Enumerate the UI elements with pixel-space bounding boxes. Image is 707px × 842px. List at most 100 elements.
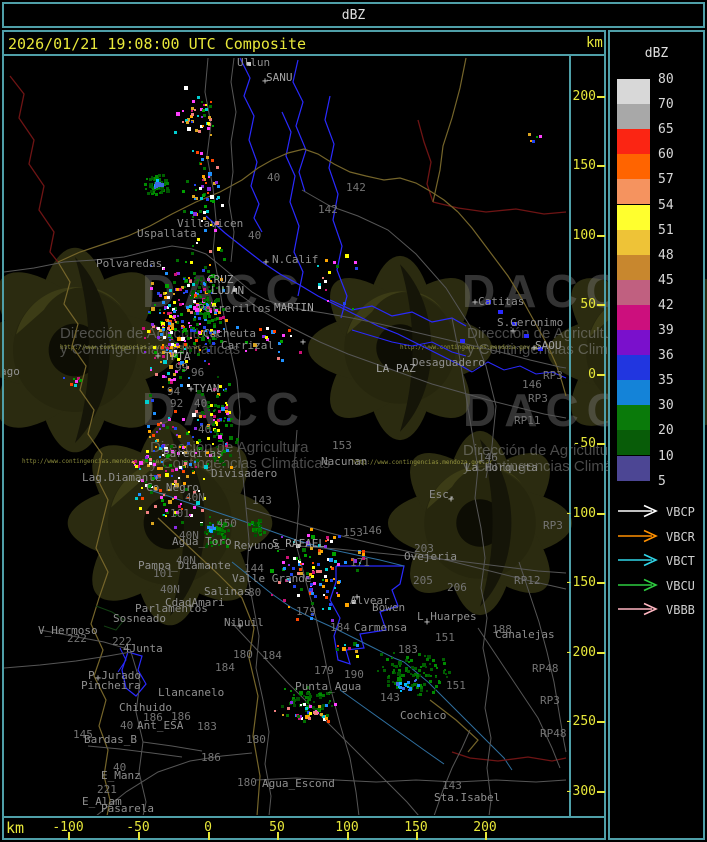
map-label: Cochico: [400, 709, 447, 722]
map-label: 184: [330, 621, 350, 634]
map-label: 142: [318, 203, 338, 216]
map-label: Potrerillos: [198, 302, 271, 315]
legend-arrow-row: VBCP: [616, 504, 706, 520]
x-axis-tick: [68, 832, 70, 840]
legend-panel: dBZ 80 70 65 60 57 54 51 48 45 42 39 36 35 30 20 10 5 VB…: [608, 30, 705, 840]
dbz-swatch-70: [617, 104, 650, 130]
map-label: Bowen: [372, 601, 406, 614]
vbct-arrow-icon: [618, 553, 658, 567]
vbcp-arrow-icon: [618, 504, 658, 518]
map-label: RP48: [540, 727, 567, 740]
dbz-scale-label: 65: [658, 122, 674, 138]
y-axis-tick-label: 100: [572, 228, 596, 243]
map-label: Nacunan: [321, 455, 368, 468]
dbz-swatch-51: [617, 229, 650, 255]
map-label: 186: [201, 751, 221, 764]
map-label: MARTIN: [274, 301, 314, 314]
map-label: 101: [153, 567, 173, 580]
y-axis-tick: [597, 165, 605, 167]
map-label: 80: [248, 586, 262, 599]
map-label: 171: [350, 556, 370, 569]
dbz-scale-label: 5: [658, 473, 666, 489]
y-axis-tick-label: -300: [564, 784, 596, 799]
y-axis-tick-label: 0: [588, 367, 596, 382]
x-axis-tick: [208, 832, 210, 840]
map-label: 180: [246, 733, 266, 746]
map-label: ago: [4, 365, 20, 378]
km-unit-top: km: [586, 35, 603, 51]
legend-arrow-label: VBBB: [666, 603, 695, 618]
map-label: RP3: [540, 694, 560, 707]
map-label: 146: [522, 378, 542, 391]
dbz-swatch-57: [617, 179, 650, 205]
dbz-scale-label: 30: [658, 398, 674, 414]
map-label: Sta.Isabel: [434, 791, 501, 804]
dbz-swatch-80: [617, 79, 650, 105]
dbz-scale-label: 45: [658, 272, 674, 288]
map-label: 142: [346, 181, 366, 194]
map-label: LA PAZ: [376, 362, 416, 375]
map-label: RP3: [528, 392, 548, 405]
map-label: 179: [314, 664, 334, 677]
map-label: 40: [248, 229, 262, 242]
map-label: Desaguadero: [412, 356, 485, 369]
map-label: Ullun: [237, 56, 271, 69]
dbz-scale-label: 35: [658, 373, 674, 389]
bottom-axis: km -100 -50 0 50 100 150 200: [2, 817, 606, 840]
y-axis-tick: [597, 791, 605, 793]
dbz-scale-label: 70: [658, 97, 674, 113]
map-label: 146: [362, 524, 382, 537]
map-label: 221: [97, 783, 117, 796]
dbz-scale-label: 39: [658, 323, 674, 338]
y-axis-tick-label: 150: [572, 158, 596, 173]
dbz-swatch-42: [617, 304, 650, 330]
x-axis-tick: [138, 832, 140, 840]
radar-map-plot[interactable]: + + + + + + + + + + + + + Ullun SANU 142 142 40 N.Calif Vi…: [4, 56, 568, 815]
legend-arrow-label: VBCP: [666, 505, 695, 519]
map-label: 143: [252, 494, 272, 507]
vbcr-arrow-icon: [618, 529, 658, 542]
x-axis-tick: [347, 832, 349, 840]
map-label: Valle Grande: [232, 572, 312, 585]
dbz-swatch-20: [617, 430, 650, 456]
map-label: Carrizal: [221, 339, 274, 352]
map-label: 4Junta: [123, 642, 163, 655]
map-label: 143: [380, 691, 400, 704]
legend-arrow-row: VBCU: [616, 578, 706, 594]
legend-arrow-row: VBCR: [616, 529, 706, 545]
map-label: SANU: [266, 71, 293, 84]
map-label: Agua_Toro: [172, 535, 232, 548]
dbz-scale-label: 60: [658, 147, 674, 163]
map-label: 40: [267, 171, 281, 184]
dbz-swatch-30: [617, 405, 650, 431]
map-label: Canalejas: [495, 628, 555, 641]
y-axis-tick-label: 200: [572, 89, 596, 104]
km-unit-bottom: km: [6, 819, 25, 837]
y-axis-tick-label: -50: [572, 436, 596, 451]
map-label: 184: [215, 661, 235, 674]
map-label: 40N: [176, 554, 196, 567]
map-label: Agua_Escond: [262, 777, 335, 790]
dbz-scale-label: 36: [658, 348, 674, 364]
y-axis-tick-label: -100: [564, 506, 596, 521]
map-label: Esc.: [429, 488, 456, 501]
map-label: 146: [478, 451, 498, 464]
vbcu-arrow-icon: [618, 578, 658, 592]
map-label: 153: [343, 526, 363, 539]
legend-arrow-label: VBCU: [666, 578, 695, 593]
dbz-swatch-39: [617, 330, 650, 356]
map-label: Pareditas: [163, 447, 223, 460]
map-label: Pasarela: [101, 802, 154, 815]
map-label: 205: [413, 574, 433, 587]
map-label: 92: [170, 397, 184, 410]
map-label: 40: [198, 423, 212, 436]
y-axis-tick: [597, 652, 605, 654]
legend-arrow-label: VBCR: [666, 529, 695, 544]
map-label: RP48: [532, 662, 559, 675]
map-label: N.Calif: [272, 253, 319, 266]
y-axis-tick: [597, 721, 605, 723]
map-label: La Horqueta: [465, 461, 538, 474]
map-label: 151: [435, 631, 455, 644]
dbz-color-scale: 80 70 65 60 57 54 51 48 45 42 39 36 35 30 20 10 5: [610, 32, 703, 552]
map-label: 180: [233, 648, 253, 661]
